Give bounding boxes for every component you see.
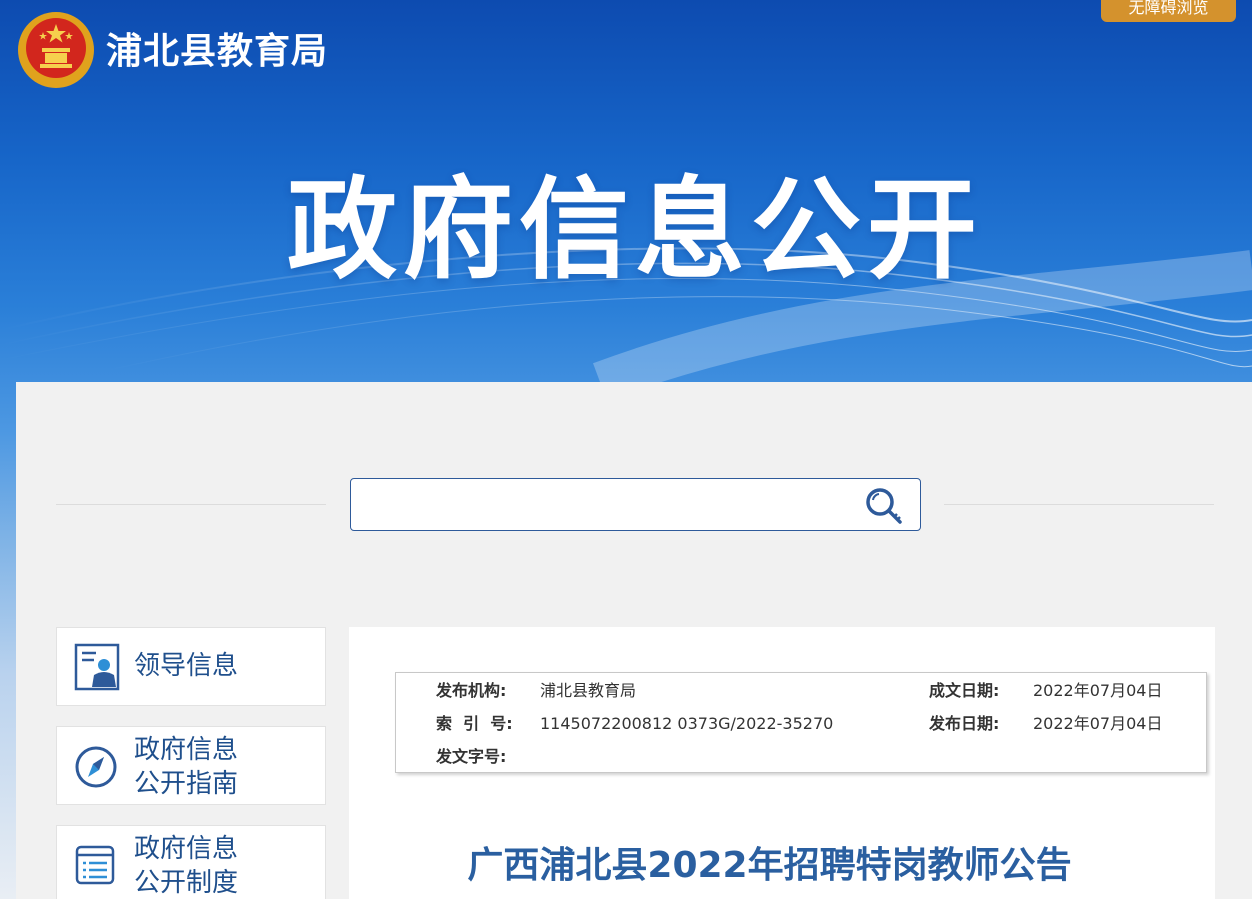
article-title: 广西浦北县2022年招聘特岗教师公告: [467, 845, 1072, 886]
sidebar-item-disclosure-guide[interactable]: 政府信息 公开指南: [56, 726, 326, 805]
leader-info-icon: [74, 643, 120, 691]
created-date-value: 2022年07月04日: [1033, 681, 1163, 700]
published-date-key: 发布日期:: [929, 714, 1000, 733]
publisher-value: 浦北县教育局: [540, 681, 637, 700]
accessibility-button[interactable]: 无障碍浏览: [1101, 0, 1236, 22]
index-no-key: 索 引 号:: [436, 714, 513, 733]
compass-icon: [75, 746, 117, 788]
sidebar-item-label-line1: 政府信息: [134, 735, 239, 765]
index-no-value: 1145072200812 0373G/2022-35270: [540, 714, 834, 733]
hero-title: 政府信息公开: [287, 166, 983, 294]
sidebar-item-label-line2: 公开制度: [134, 868, 239, 898]
divider-left: [56, 504, 326, 505]
article-meta-box: 发布机构: 浦北县教育局 成文日期: 2022年07月04日 索 引 号: 11…: [395, 672, 1207, 773]
doc-number-key: 发文字号:: [436, 747, 507, 766]
search-box: [350, 478, 921, 531]
created-date-key: 成文日期:: [929, 681, 1000, 700]
national-emblem-logo: [18, 12, 94, 88]
published-date-value: 2022年07月04日: [1033, 714, 1163, 733]
sidebar-item-label-line2: 公开指南: [134, 769, 239, 799]
search-input[interactable]: [361, 487, 851, 523]
search-icon[interactable]: [862, 484, 906, 526]
publisher-key: 发布机构:: [436, 681, 507, 700]
sidebar-item-disclosure-system[interactable]: 政府信息 公开制度: [56, 825, 326, 899]
sidebar-item-leader-info[interactable]: 领导信息: [56, 627, 326, 706]
sidebar-item-label: 领导信息: [134, 651, 239, 681]
site-name: 浦北县教育局: [106, 31, 329, 72]
sidebar-item-label-line1: 政府信息: [134, 834, 239, 864]
document-list-icon: [75, 845, 115, 885]
divider-right: [944, 504, 1214, 505]
